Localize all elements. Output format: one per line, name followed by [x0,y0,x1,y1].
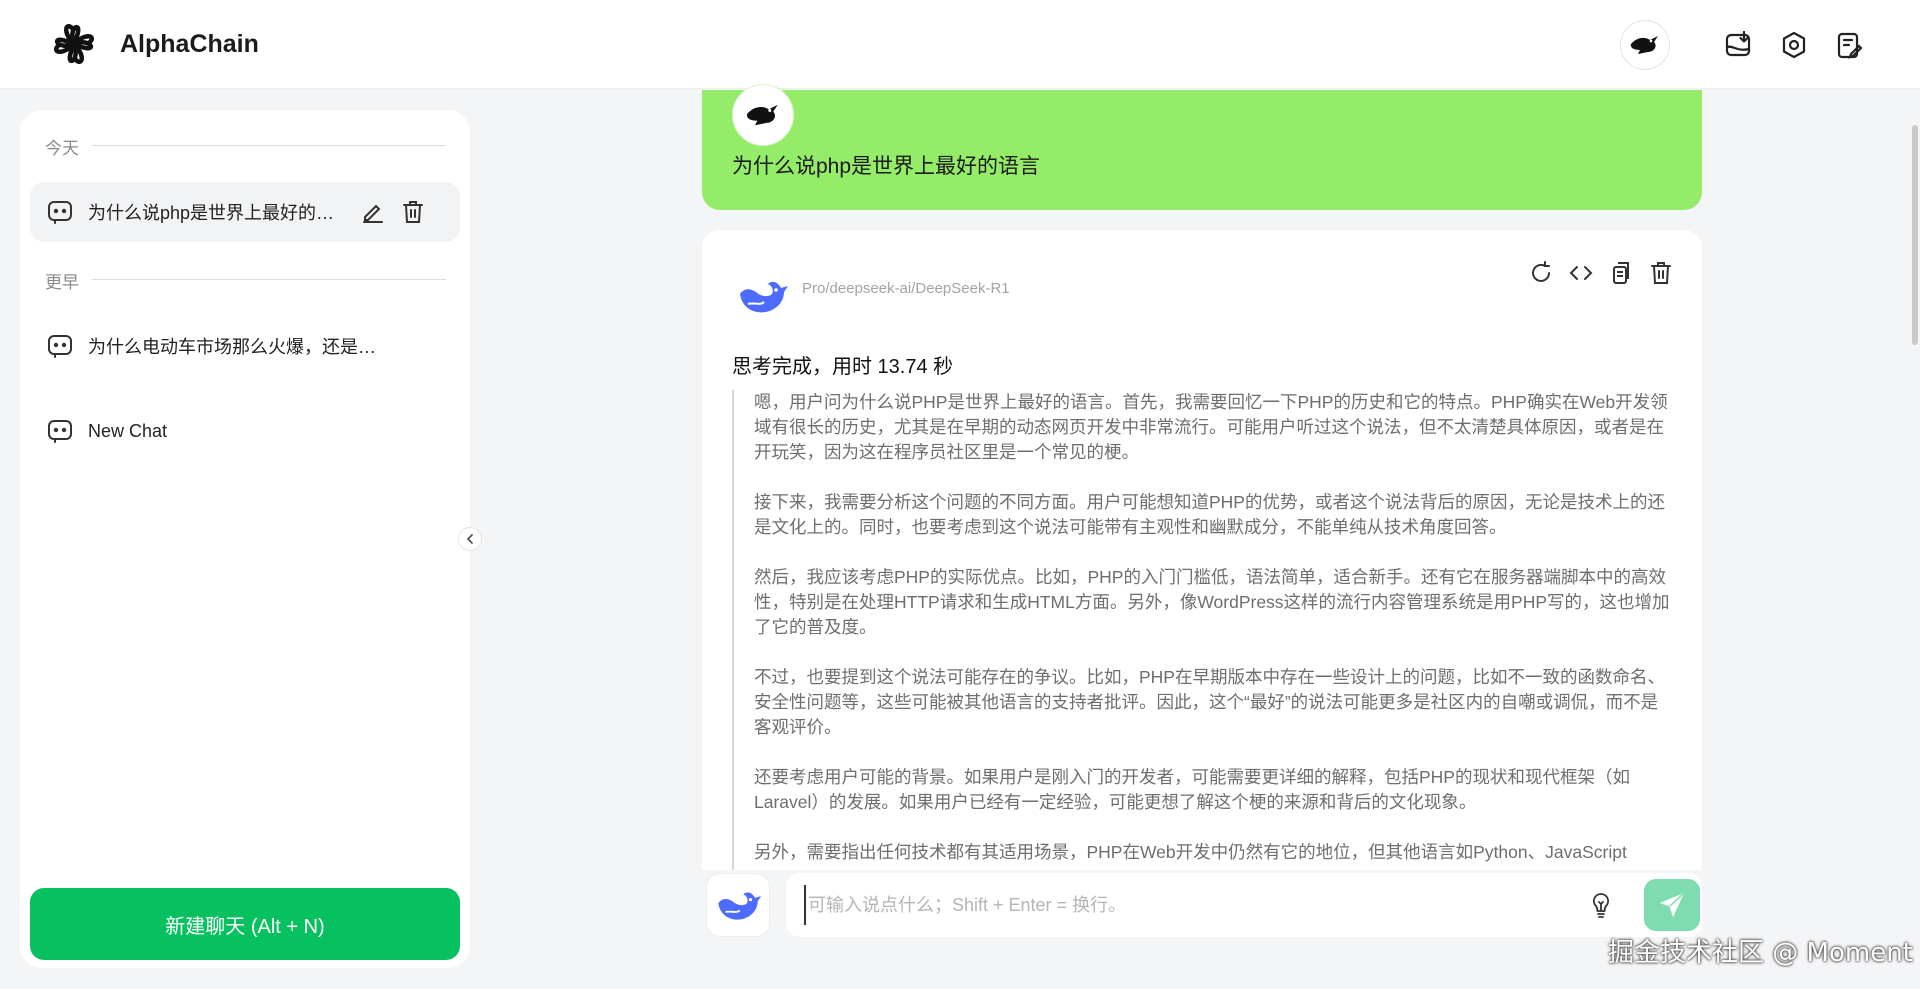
section-divider [92,279,446,280]
page-scrollbar[interactable] [1912,125,1918,345]
chat-item[interactable]: 为什么电动车市场那么火爆，还是有人要买燃油车？ [30,316,460,376]
edit-icon[interactable] [358,197,388,227]
delete-icon[interactable] [1646,258,1676,288]
thinking-content: 嗯，用户问为什么说PHP是世界上最好的语言。首先，我需要回忆一下PHP的历史和它… [732,390,1674,870]
chat-item-label: 为什么说php是世界上最好的语言 [88,203,348,223]
app-title: AlphaChain [120,30,259,58]
logo-icon [48,18,100,70]
user-message-avatar [732,84,794,146]
top-header: AlphaChain [0,0,1920,89]
user-message-bubble: 为什么说php是世界上最好的语言 [702,84,1702,210]
lightbulb-icon[interactable] [1586,890,1616,920]
chat-item[interactable]: New Chat [30,401,460,461]
chat-item-label: 为什么电动车市场那么火爆，还是有人要买燃油车？ [88,337,378,357]
section-divider [92,145,446,146]
thinking-status: 思考完成，用时 13.74 秒 [732,356,954,378]
chat-item-label: New Chat [88,420,168,441]
notes-icon[interactable] [1832,28,1866,62]
chat-bubble-icon [46,198,74,226]
chat-bubble-icon [46,417,74,445]
model-selector-button[interactable] [706,873,770,937]
thinking-paragraph: 接下来，我需要分析这个问题的不同方面。用户可能想知道PHP的优势，或者这个说法背… [754,492,1665,537]
collapse-sidebar-button[interactable] [458,527,482,551]
download-icon[interactable] [1722,28,1756,62]
regenerate-icon[interactable] [1526,258,1556,288]
watermark-text: 掘金技术社区 @ Moment [1608,938,1913,968]
chat-item-active[interactable]: 为什么说php是世界上最好的语言 [30,182,460,242]
user-message-text: 为什么说php是世界上最好的语言 [732,155,1041,178]
user-avatar[interactable] [1620,20,1670,70]
model-name: Pro/deepseek-ai/DeepSeek-R1 [802,280,1010,297]
deepseek-whale-icon [734,268,790,324]
copy-icon[interactable] [1606,258,1636,288]
thinking-paragraph: 然后，我应该考虑PHP的实际优点。比如，PHP的入门门槛低，语法简单，适合新手。… [754,567,1670,637]
thinking-paragraph: 另外，需要指出任何技术都有其适用场景，PHP在Web开发中仍然有它的地位，但其他… [754,842,1627,862]
new-chat-button[interactable]: 新建聊天 (Alt + N) [30,888,460,960]
delete-icon[interactable] [398,197,428,227]
section-label-today: 今天 [45,139,79,158]
message-input-box [786,873,1702,937]
thinking-paragraph: 不过，也要提到这个说法可能存在的争议。比如，PHP在早期版本中存在一些设计上的问… [754,667,1665,737]
thinking-paragraph: 还要考虑用户可能的背景。如果用户是刚入门的开发者，可能需要更详细的解释，包括PH… [754,767,1630,812]
send-button[interactable] [1644,879,1700,931]
code-icon[interactable] [1566,258,1596,288]
message-input[interactable] [804,885,1574,925]
sidebar: 今天 为什么说php是世界上最好的语言 更早 为什么电动车市场那么火爆，还是有人… [20,110,470,968]
thinking-paragraph: 嗯，用户问为什么说PHP是世界上最好的语言。首先，我需要回忆一下PHP的历史和它… [754,392,1668,462]
section-label-earlier: 更早 [45,273,79,292]
settings-icon[interactable] [1777,28,1811,62]
assistant-message-card: Pro/deepseek-ai/DeepSeek-R1 思考完成，用时 13.7… [702,230,1702,870]
chat-bubble-icon [46,332,74,360]
